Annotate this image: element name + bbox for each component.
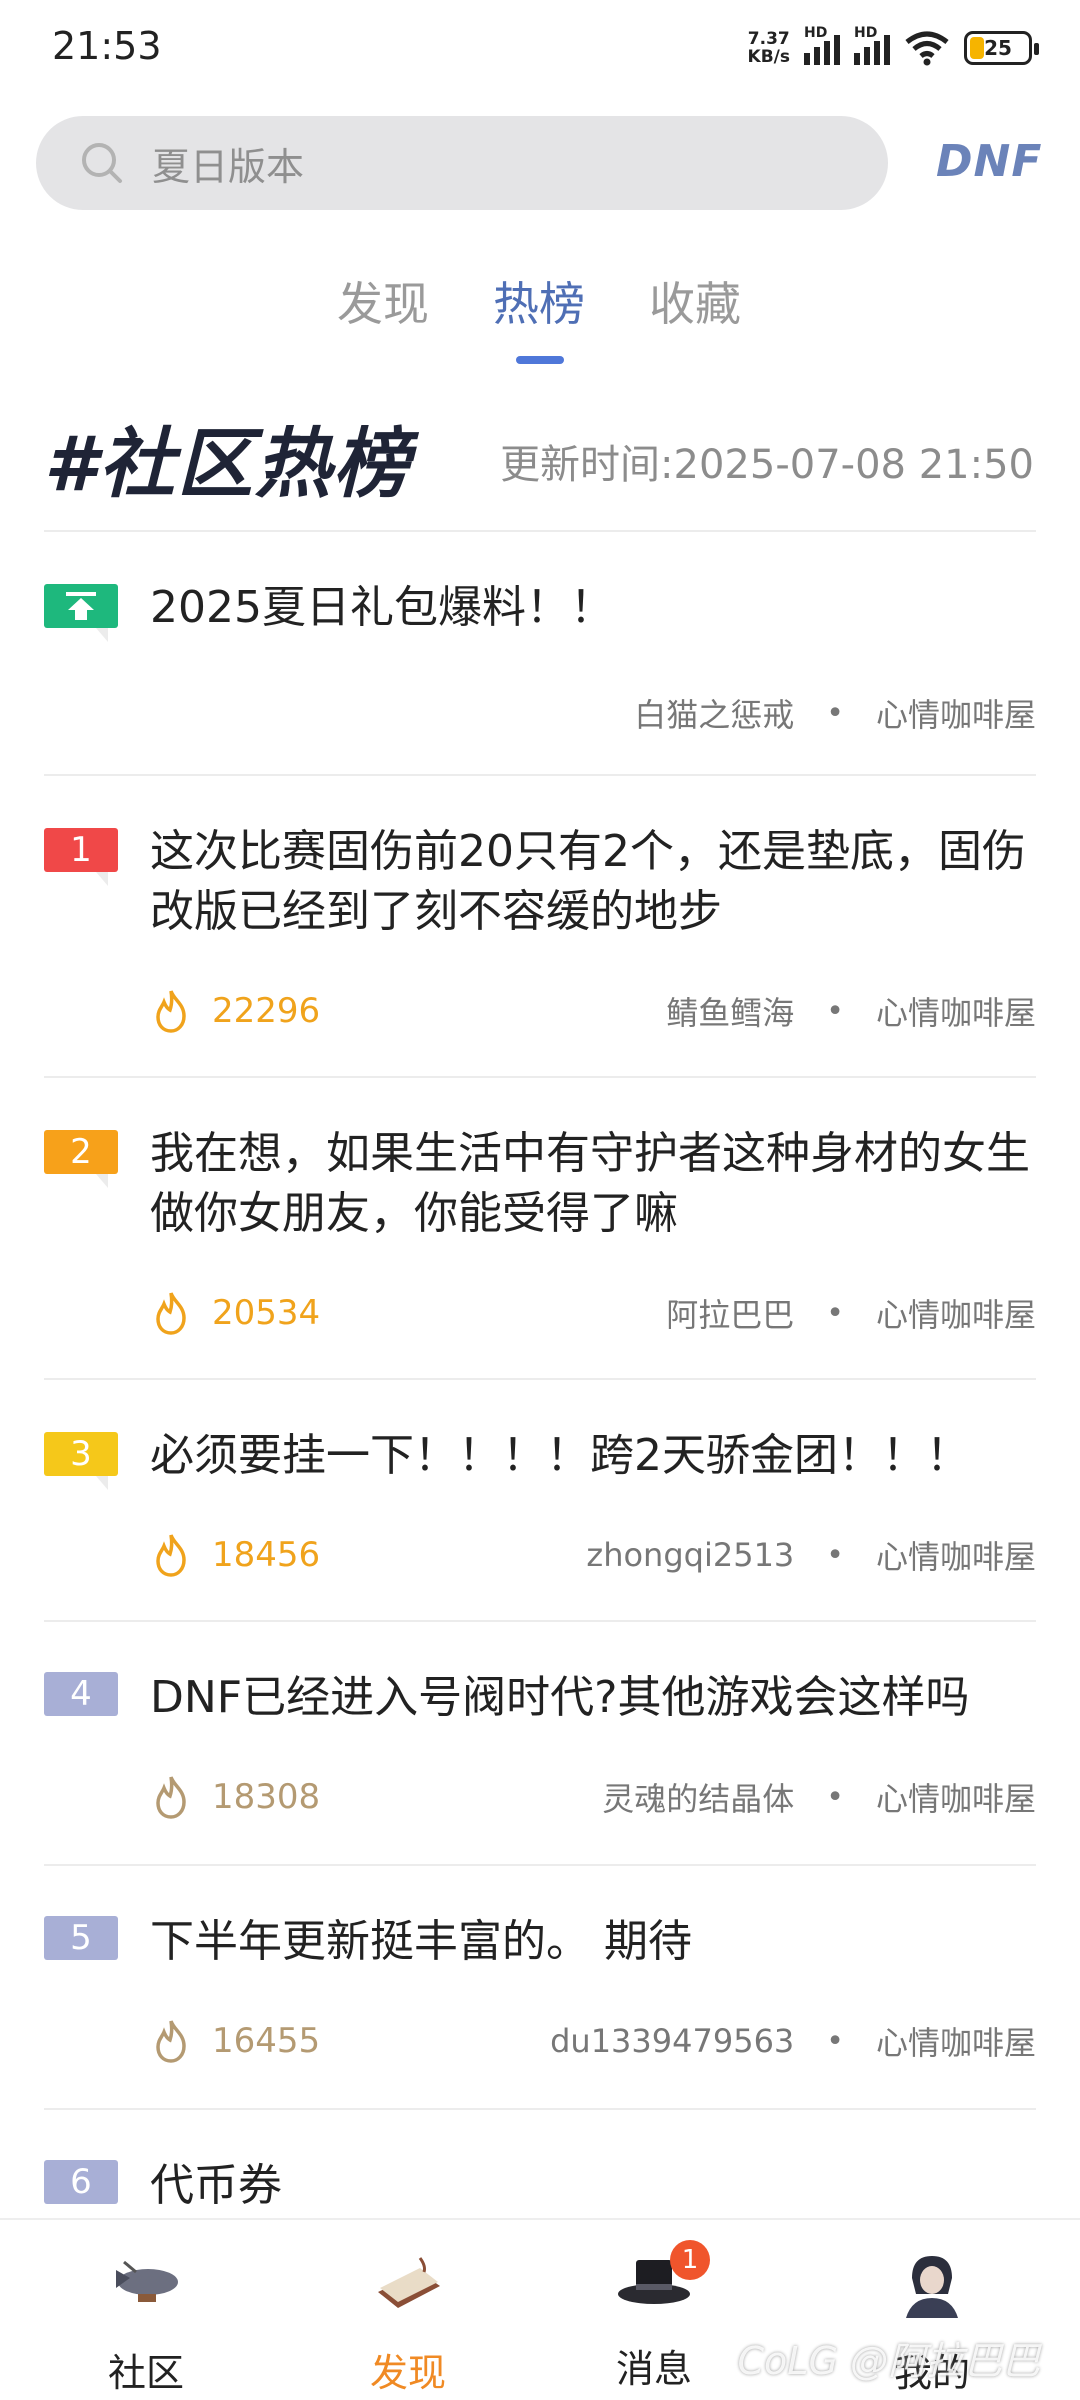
nav-discover[interactable]: 发现 xyxy=(328,2248,488,2397)
tab-hot[interactable]: 热榜 xyxy=(493,268,585,334)
item-board[interactable]: 心情咖啡屋 xyxy=(876,1774,1036,1820)
wifi-icon xyxy=(905,31,949,66)
character-avatar-icon xyxy=(906,2256,958,2318)
item-author[interactable]: 阿拉巴巴 xyxy=(666,1290,794,1336)
watermark: CoLG @阿拉巴巴 xyxy=(737,2339,1040,2383)
item-title: 2025夏日礼包爆料！！ xyxy=(150,582,614,633)
battery-icon: 25 xyxy=(964,31,1039,65)
item-title: DNF已经进入号阀时代?其他游戏会这样吗 xyxy=(150,1672,970,1723)
flame-icon xyxy=(156,1292,186,1335)
item-author[interactable]: du1339479563 xyxy=(550,2022,794,2060)
rank-badge: 3 xyxy=(44,1432,118,1490)
flame-icon xyxy=(156,1776,186,1819)
item-author[interactable]: 白猫之惩戒 xyxy=(634,690,794,736)
status-bar: 21:53 7.37 KB/s HD HD 25 xyxy=(0,0,1080,100)
search-bar[interactable]: 夏日版本 xyxy=(36,116,888,210)
signal-icon: HD xyxy=(804,25,840,65)
rank-badge: 5 xyxy=(44,1916,118,1960)
item-meta: 18308 灵魂的结晶体 • 心情咖啡屋 xyxy=(150,1772,1036,1822)
network-speed: 7.37 KB/s xyxy=(747,29,790,67)
rank-badge: 4 xyxy=(44,1672,118,1716)
heat-count: 20534 xyxy=(212,1293,321,1333)
item-meta: 18456 zhongqi2513 • 心情咖啡屋 xyxy=(150,1530,1036,1580)
hot-list-title: #社区热榜 xyxy=(44,419,411,508)
item-board[interactable]: 心情咖啡屋 xyxy=(876,1290,1036,1336)
item-title: 必须要挂一下！！！！跨2天骄金团！！！ xyxy=(150,1430,970,1481)
item-meta: 白猫之惩戒 • 心情咖啡屋 xyxy=(150,688,1036,738)
search-placeholder: 夏日版本 xyxy=(152,144,305,189)
item-author[interactable]: 鲭鱼鳕海 xyxy=(666,988,794,1034)
airship-icon xyxy=(116,2260,178,2302)
heat-count: 18308 xyxy=(212,1777,321,1817)
item-meta: 16455 du1339479563 • 心情咖啡屋 xyxy=(150,2016,1036,2066)
list-item[interactable]: 3 必须要挂一下！！！！跨2天骄金团！！！ 18456 zhongqi2513 … xyxy=(44,1378,1036,1620)
search-icon xyxy=(82,143,122,183)
rank-badge: 1 xyxy=(44,828,118,886)
rank-badge: 2 xyxy=(44,1130,118,1188)
tab-indicator xyxy=(516,356,564,364)
tab-favorites[interactable]: 收藏 xyxy=(649,268,741,334)
list-item[interactable]: 2 我在想，如果生活中有守护者这种身材的女生做你女朋友，你能受得了嘛 20534… xyxy=(44,1076,1036,1378)
item-title: 代币券 xyxy=(150,2160,282,2211)
item-board[interactable]: 心情咖啡屋 xyxy=(876,2018,1036,2064)
item-meta: 22296 鲭鱼鳕海 • 心情咖啡屋 xyxy=(150,986,1036,1036)
item-author[interactable]: 灵魂的结晶体 xyxy=(602,1774,794,1820)
nav-messages[interactable]: 1 消息 xyxy=(574,2240,734,2393)
hot-list: 2025夏日礼包爆料！！ 白猫之惩戒 • 心情咖啡屋 1 这次比赛固伤前20只有… xyxy=(44,530,1036,2258)
tab-discover[interactable]: 发现 xyxy=(337,268,429,334)
status-icons: 7.37 KB/s HD HD 25 xyxy=(747,25,1039,70)
rank-badge: 6 xyxy=(44,2160,118,2204)
status-time: 21:53 xyxy=(52,24,162,68)
item-title: 我在想，如果生活中有守护者这种身材的女生做你女朋友，你能受得了嘛 xyxy=(150,1128,1030,1239)
heat-count: 16455 xyxy=(212,2021,321,2061)
heat-count: 22296 xyxy=(212,991,321,1031)
book-icon xyxy=(378,2257,440,2308)
signal-icon: HD xyxy=(854,25,890,65)
item-meta: 20534 阿拉巴巴 • 心情咖啡屋 xyxy=(150,1288,1036,1338)
flame-icon xyxy=(156,1534,186,1577)
nav-community[interactable]: 社区 xyxy=(66,2248,226,2397)
item-board[interactable]: 心情咖啡屋 xyxy=(876,690,1036,736)
item-board[interactable]: 心情咖啡屋 xyxy=(876,1532,1036,1578)
dnf-logo[interactable]: DNF xyxy=(936,136,1042,187)
item-author[interactable]: zhongqi2513 xyxy=(586,1536,794,1574)
item-board[interactable]: 心情咖啡屋 xyxy=(876,988,1036,1034)
heat-count: 18456 xyxy=(212,1535,321,1575)
pinned-icon xyxy=(44,584,118,642)
list-item[interactable]: 4 DNF已经进入号阀时代?其他游戏会这样吗 18308 灵魂的结晶体 • 心情… xyxy=(44,1620,1036,1864)
item-title: 这次比赛固伤前20只有2个，还是垫底，固伤改版已经到了刻不容缓的地步 xyxy=(150,826,1026,937)
list-item[interactable]: 5 下半年更新挺丰富的。 期待 16455 du1339479563 • 心情咖… xyxy=(44,1864,1036,2108)
top-tabs: 发现 热榜 收藏 xyxy=(0,268,1080,368)
item-title: 下半年更新挺丰富的。 期待 xyxy=(150,1916,692,1967)
list-item[interactable]: 1 这次比赛固伤前20只有2个，还是垫底，固伤改版已经到了刻不容缓的地步 222… xyxy=(44,774,1036,1076)
flame-icon xyxy=(156,990,186,1033)
update-time: 更新时间:2025-07-08 21:50 xyxy=(500,442,1034,488)
list-item[interactable]: 2025夏日礼包爆料！！ 白猫之惩戒 • 心情咖啡屋 xyxy=(44,530,1036,774)
message-badge: 1 xyxy=(670,2240,710,2280)
flame-icon xyxy=(156,2020,186,2063)
